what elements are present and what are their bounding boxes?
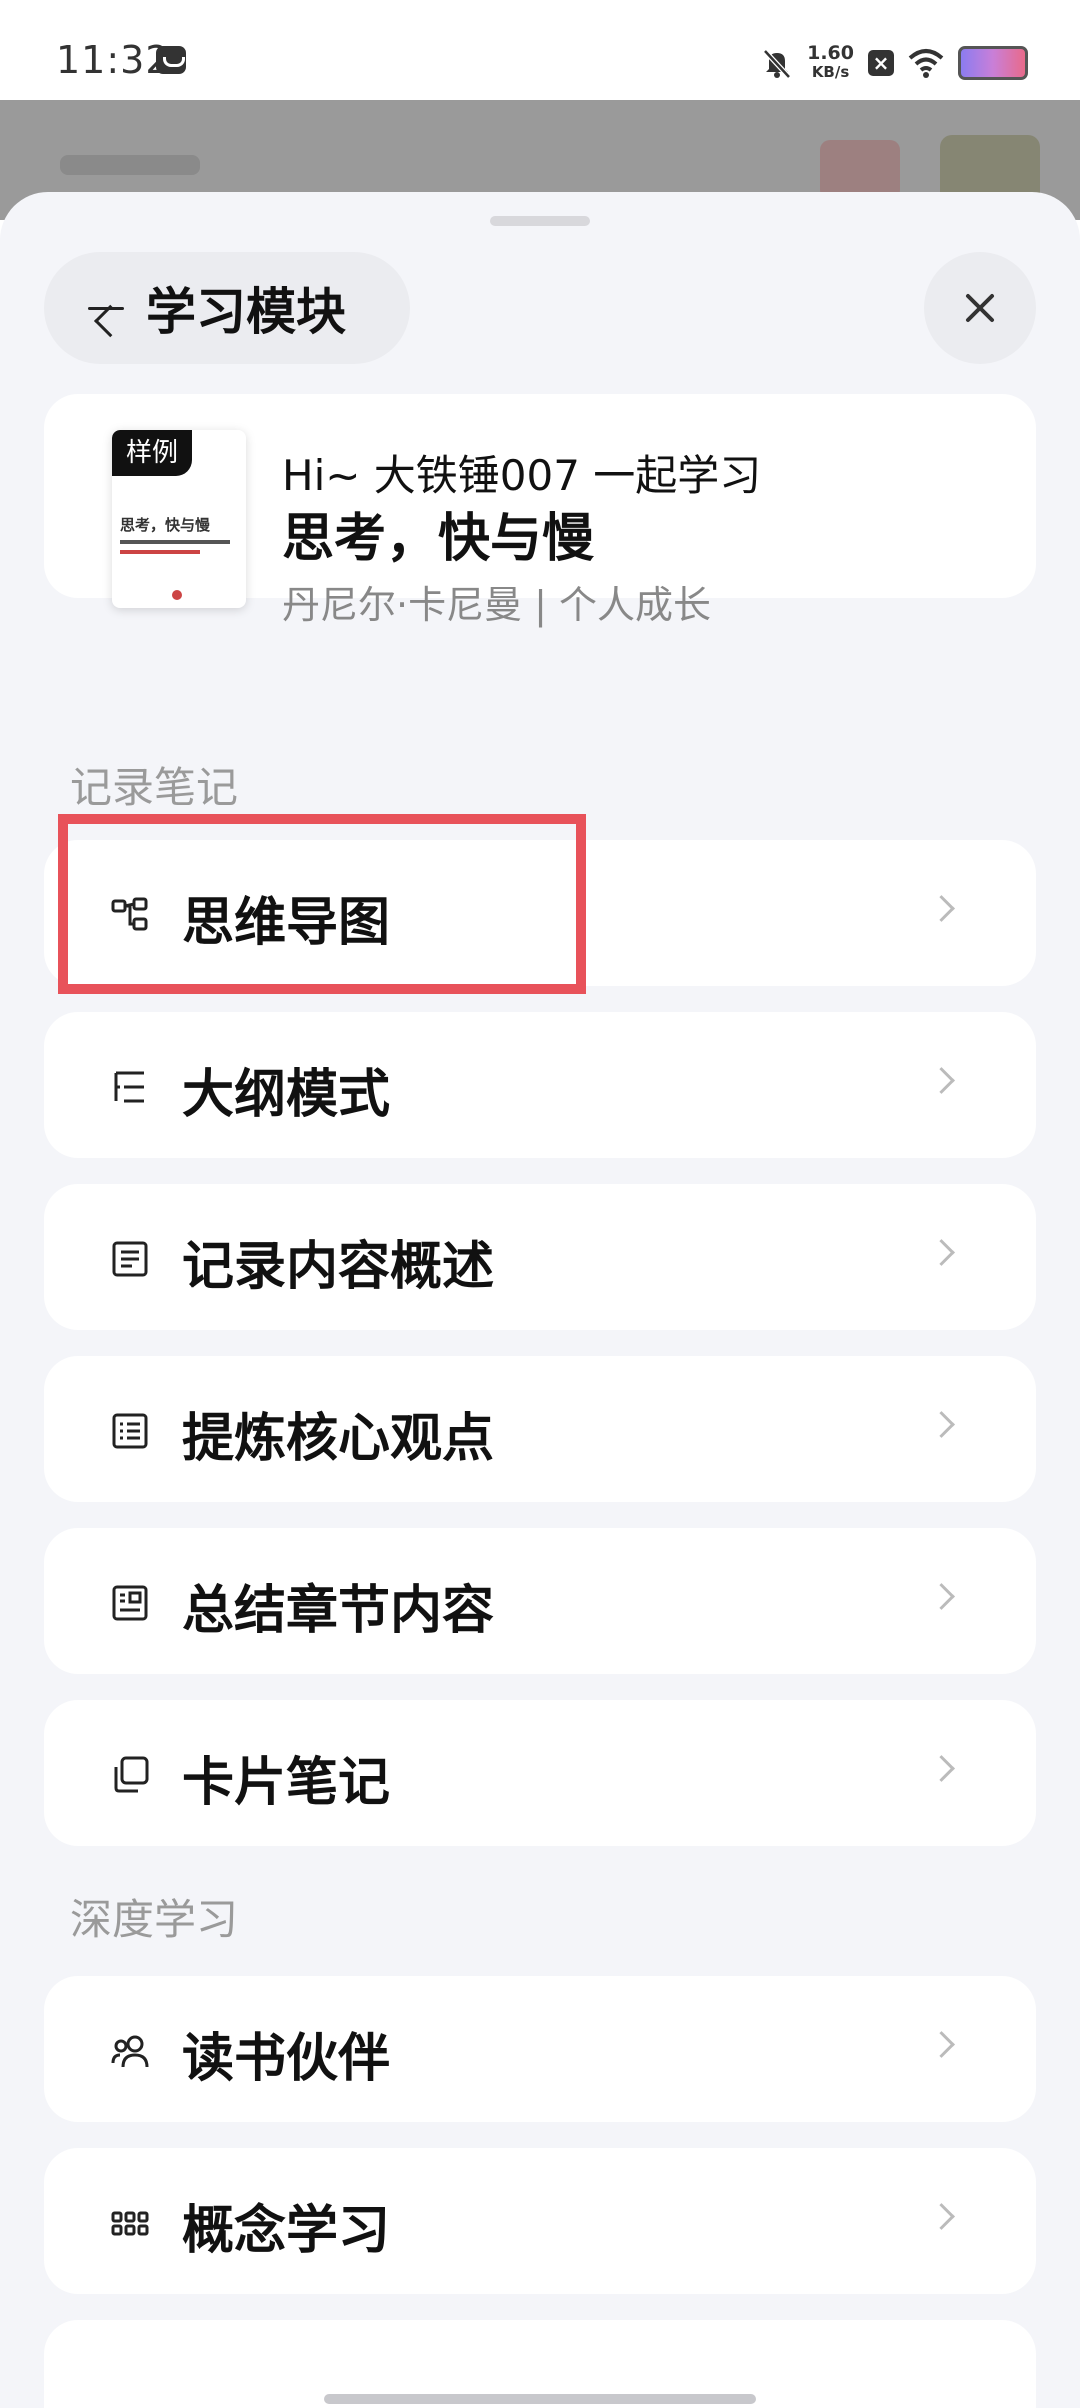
sheet-drag-handle[interactable]	[490, 216, 590, 226]
battery-icon	[958, 46, 1028, 80]
menu-item-label: 读书伙伴	[182, 2029, 391, 2089]
concept-grid-icon	[111, 2211, 149, 2236]
no-sim-icon: ×	[868, 50, 894, 76]
close-button[interactable]	[924, 252, 1036, 364]
chevron-right-icon	[928, 1755, 955, 1782]
section-label-deep-learning: 深度学习	[70, 1895, 239, 1944]
chevron-right-icon	[928, 2203, 955, 2230]
status-icons: 1.60 KB/s ×	[761, 40, 1028, 86]
chevron-right-icon	[928, 1411, 955, 1438]
menu-item-card-notes[interactable]: 卡片笔记	[44, 1700, 1036, 1846]
menu-item-outline[interactable]: 大纲模式	[44, 1012, 1036, 1158]
message-notification-icon	[156, 46, 186, 74]
chevron-right-icon	[928, 1583, 955, 1610]
book-greeting: Hi~ 大铁锤007 一起学习	[282, 451, 762, 500]
status-bar: 11:32 1.60 KB/s ×	[0, 0, 1080, 100]
book-title: 思考，快与慢	[282, 509, 595, 569]
menu-item-chapter-summary[interactable]: 总结章节内容	[44, 1528, 1036, 1674]
book-meta: 丹尼尔·卡尼曼 | 个人成长	[282, 583, 712, 627]
section-label-notes: 记录笔记	[70, 763, 239, 812]
cover-title: 思考，快与慢	[120, 516, 211, 534]
menu-item-key-points[interactable]: 提炼核心观点	[44, 1356, 1036, 1502]
learning-module-sheet: 学习模块 样例 思考，快与慢 Hi~ 大铁锤007 一起学习 思考，快与慢 丹尼…	[0, 192, 1080, 2408]
home-indicator[interactable]	[324, 2394, 756, 2404]
network-speed-value: 1.60	[807, 42, 854, 64]
summary-doc-icon	[112, 1241, 148, 1277]
outline-icon	[114, 1071, 144, 1103]
menu-item-label: 概念学习	[182, 2201, 391, 2261]
menu-item-concept-learning[interactable]: 概念学习	[44, 2148, 1036, 2294]
key-points-icon	[112, 1413, 148, 1449]
sample-tag: 样例	[112, 430, 192, 476]
arrow-left-icon	[84, 286, 128, 330]
reading-partner-icon	[111, 2035, 149, 2068]
book-cover: 样例 思考，快与慢	[112, 430, 246, 608]
chevron-right-icon	[928, 2031, 955, 2058]
network-speed: 1.60 KB/s	[807, 44, 854, 82]
card-notes-icon	[114, 1756, 149, 1793]
menu-item-reading-partner[interactable]: 读书伙伴	[44, 1976, 1036, 2122]
sheet-title: 学习模块	[146, 283, 346, 341]
menu-item-label: 大纲模式	[182, 1065, 391, 1125]
book-card[interactable]: 样例 思考，快与慢 Hi~ 大铁锤007 一起学习 思考，快与慢 丹尼尔·卡尼曼…	[44, 394, 1036, 627]
network-speed-unit: KB/s	[811, 63, 850, 81]
chapter-summary-icon	[112, 1585, 148, 1621]
menu-item-label: 提炼核心观点	[182, 1409, 495, 1469]
menu-item-summary[interactable]: 记录内容概述	[44, 1184, 1036, 1330]
mute-bell-icon	[763, 49, 791, 79]
chevron-right-icon	[928, 1239, 955, 1266]
menu-item-label: 卡片笔记	[182, 1753, 391, 1813]
highlight-box	[58, 814, 586, 994]
wifi-icon	[908, 49, 944, 78]
chevron-right-icon	[928, 895, 955, 922]
status-time: 11:32	[56, 38, 171, 82]
back-button[interactable]: 学习模块	[44, 252, 410, 364]
chevron-right-icon	[928, 1067, 955, 1094]
menu-item-label: 总结章节内容	[182, 1581, 495, 1641]
menu-item-label: 记录内容概述	[182, 1237, 495, 1297]
